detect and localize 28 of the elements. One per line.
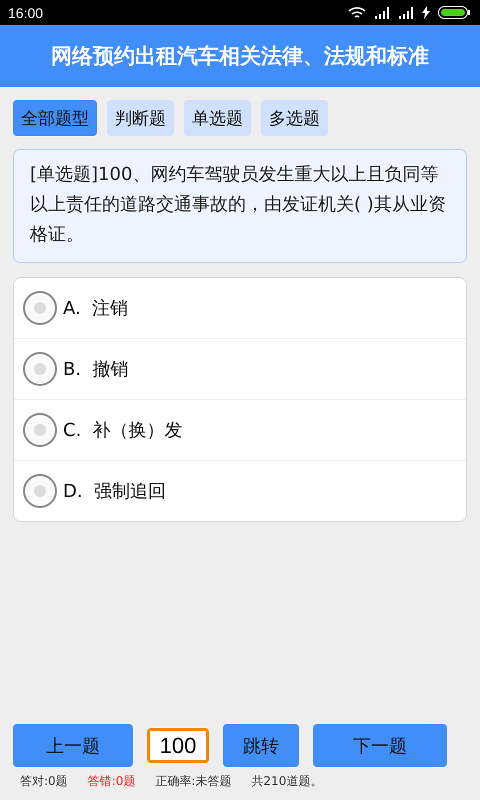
question-text: [单选题]100、网约车驾驶员发生重大以上且负同等以上责任的道路交通事故的，由发证机关( )其从业资格证。 bbox=[30, 163, 447, 247]
stats-text: 答对:0题 bbox=[20, 773, 68, 790]
radio-button[interactable] bbox=[23, 474, 57, 508]
option-text[interactable]: B. 撤销 bbox=[63, 357, 129, 381]
wifi-icon bbox=[348, 6, 366, 18]
signal-icon bbox=[398, 6, 414, 18]
status-time: 16:00 bbox=[8, 4, 44, 20]
radio-button[interactable] bbox=[23, 413, 57, 447]
filter-tab[interactable]: 多选题 bbox=[261, 100, 328, 136]
signal-icon bbox=[374, 6, 390, 18]
radio-button[interactable] bbox=[23, 352, 57, 386]
jump-button[interactable]: 跳转 bbox=[223, 724, 299, 767]
stats-text: 正确率:未答题 bbox=[155, 773, 232, 790]
charging-icon bbox=[422, 6, 430, 19]
stats-text: 答错:0题 bbox=[88, 773, 136, 790]
filter-tab[interactable]: 全部题型 bbox=[13, 100, 97, 136]
question-number-field[interactable]: 100 bbox=[147, 728, 209, 763]
stats-text: 共210道题。 bbox=[251, 773, 322, 790]
option-text[interactable]: C. 补（换）发 bbox=[63, 418, 183, 442]
radio-button[interactable] bbox=[23, 291, 57, 325]
battery-icon bbox=[438, 6, 470, 19]
next-button[interactable]: 下一题 bbox=[313, 724, 447, 767]
option-text[interactable]: D. 强制追回 bbox=[63, 479, 166, 503]
previous-button[interactable]: 上一题 bbox=[13, 724, 133, 767]
page-title: 网络预约出租汽车相关法律、法规和标准 bbox=[51, 43, 429, 70]
option-text[interactable]: A. 注销 bbox=[63, 296, 128, 320]
filter-tab[interactable]: 判断题 bbox=[107, 100, 174, 136]
filter-tab[interactable]: 单选题 bbox=[184, 100, 251, 136]
